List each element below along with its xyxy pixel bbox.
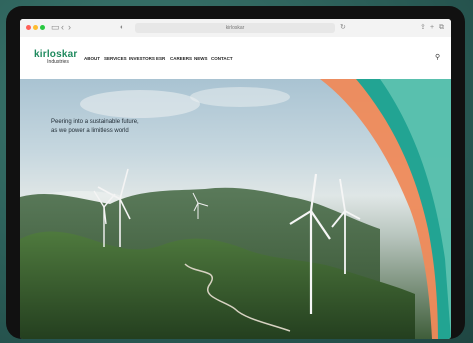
nav-item-about[interactable]: ABOUT bbox=[84, 56, 100, 61]
search-icon[interactable]: ⚲ bbox=[435, 53, 440, 61]
cloud bbox=[190, 87, 290, 107]
forward-arrow-icon[interactable]: › bbox=[68, 22, 71, 32]
window-zoom-button[interactable] bbox=[40, 25, 45, 30]
tabs-overview-icon[interactable]: ⧉ bbox=[439, 23, 444, 33]
address-bar[interactable]: kirloskar bbox=[135, 23, 335, 33]
nav-item-careers[interactable]: CAREERS bbox=[170, 56, 192, 61]
cloud bbox=[80, 90, 200, 118]
nav-item-contact[interactable]: CONTACT bbox=[211, 56, 233, 61]
browser-toolbar: ▭ ‹ › ◐ kirloskar ↻ ⇪ + ⧉ bbox=[20, 19, 451, 38]
window-minimize-button[interactable] bbox=[33, 25, 38, 30]
shield-icon[interactable]: ◐ bbox=[120, 23, 124, 33]
nav-item-esr[interactable]: ESR bbox=[156, 56, 165, 61]
company-logo[interactable]: kirloskar Industries bbox=[34, 49, 82, 65]
tablet-screen: ▭ ‹ › ◐ kirloskar ↻ ⇪ + ⧉ kirloskar Indu… bbox=[20, 19, 451, 339]
nav-item-investors[interactable]: INVESTORS bbox=[129, 56, 155, 61]
reload-icon[interactable]: ↻ bbox=[340, 23, 346, 33]
window-close-button[interactable] bbox=[26, 25, 31, 30]
nav-item-services[interactable]: SERVICES bbox=[104, 56, 127, 61]
hero-tagline-line2: as we power a limitless world bbox=[51, 128, 129, 134]
tablet-frame: ▭ ‹ › ◐ kirloskar ↻ ⇪ + ⧉ kirloskar Indu… bbox=[6, 6, 465, 339]
nav-item-news[interactable]: NEWS bbox=[194, 56, 208, 61]
new-tab-icon[interactable]: + bbox=[430, 23, 434, 33]
sidebar-toggle-icon[interactable]: ▭ bbox=[51, 22, 60, 33]
share-icon[interactable]: ⇪ bbox=[420, 23, 426, 33]
hero-tagline: Peering into a sustainable future, as we… bbox=[51, 118, 191, 136]
hero-tagline-line1: Peering into a sustainable future, bbox=[51, 119, 139, 125]
back-arrow-icon[interactable]: ‹ bbox=[61, 22, 64, 32]
hero-banner: Peering into a sustainable future, as we… bbox=[20, 79, 451, 339]
